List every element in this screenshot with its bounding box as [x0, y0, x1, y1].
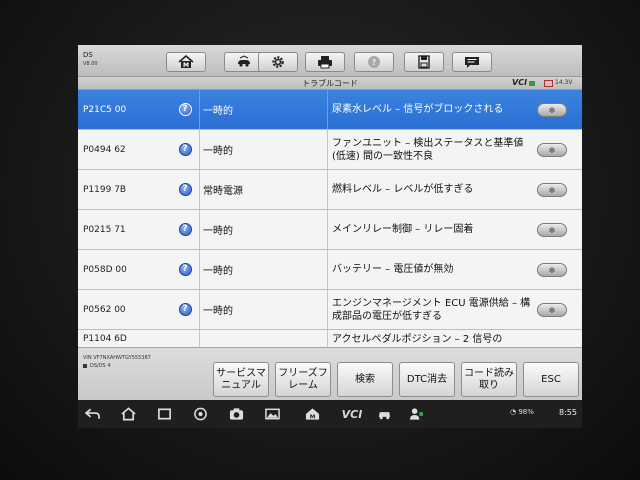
vci-label: VCI — [512, 78, 528, 87]
search-button[interactable]: 検索 — [337, 362, 393, 397]
message-button[interactable] — [452, 52, 492, 72]
service-manual-button[interactable]: サービスマニュアル — [213, 362, 269, 397]
dtc-help-icon[interactable]: ? — [178, 143, 192, 156]
dtc-status — [203, 330, 323, 347]
dtc-list: P21C5 00 ? 一時的 尿素水レベル – 信号がブロックされる ✻ P04… — [78, 90, 582, 347]
vci-icon[interactable]: VCI — [340, 406, 364, 422]
chat-icon — [465, 57, 479, 68]
freeze-frame-toggle[interactable]: ✻ — [537, 303, 567, 317]
clock: 8:55 — [559, 408, 577, 417]
dtc-row[interactable]: P21C5 00 ? 一時的 尿素水レベル – 信号がブロックされる ✻ — [78, 90, 582, 130]
dtc-row[interactable]: P058D 00 ? 一時的 バッテリー – 電圧値が無効 ✻ — [78, 250, 582, 290]
dtc-description: 尿素水レベル – 信号がブロックされる — [332, 104, 504, 115]
dtc-code: P1104 6D — [83, 334, 127, 344]
settings-button[interactable] — [258, 52, 298, 72]
dtc-description: 燃料レベル – レベルが低すぎる — [332, 184, 474, 195]
battery-percent: 98% — [518, 408, 534, 416]
dtc-description: アクセルペダルポジション – 2 信号の — [332, 334, 503, 345]
maxisys-home-icon[interactable]: M — [304, 406, 320, 422]
vehicle-swap-icon — [238, 55, 250, 67]
dtc-status: 常時電源 — [203, 186, 243, 197]
dtc-row[interactable]: P0215 71 ? 一時的 メインリレー制御 – リレー固着 ✻ — [78, 210, 582, 250]
print-button[interactable] — [305, 52, 345, 72]
freeze-frame-toggle[interactable]: ✻ — [537, 263, 567, 277]
dtc-help-icon[interactable]: ? — [178, 183, 192, 196]
dtc-row[interactable]: P0562 00 ? 一時的 エンジンマネージメント ECU 電源供給 – 構成… — [78, 290, 582, 330]
dtc-status: 一時的 — [203, 226, 233, 237]
recent-apps-icon[interactable] — [156, 406, 172, 422]
freeze-frame-button[interactable]: フリーズフレーム — [275, 362, 331, 397]
save-button[interactable] — [404, 52, 444, 72]
dtc-row[interactable]: P1199 7B ? 常時電源 燃料レベル – レベルが低すぎる ✻ — [78, 170, 582, 210]
svg-text:M: M — [183, 62, 189, 69]
chrome-icon[interactable] — [192, 406, 208, 422]
gallery-icon[interactable] — [264, 406, 280, 422]
dtc-status: 一時的 — [203, 106, 233, 117]
tablet-screen: DS V8.00 M ? トラブルコード VCI 14.3V P21C5 00 … — [78, 45, 582, 428]
remote-support-icon[interactable] — [408, 406, 424, 422]
freeze-frame-toggle[interactable]: ✻ — [537, 103, 567, 117]
battery-icon — [544, 80, 553, 87]
status-bar: ◔ 98% — [510, 408, 534, 416]
car-icon[interactable] — [376, 406, 392, 422]
help-button[interactable]: ? — [354, 52, 394, 72]
app-version: V8.00 — [83, 61, 98, 67]
dtc-help-icon[interactable]: ? — [178, 263, 192, 276]
dtc-code: P21C5 00 — [83, 104, 127, 115]
freeze-frame-toggle[interactable]: ✻ — [537, 183, 567, 197]
vin-text: VIN VF7NXAHWTGY555387 — [83, 355, 151, 361]
dtc-code: P0494 62 — [83, 144, 126, 155]
snowflake-icon: ✻ — [548, 105, 556, 115]
dtc-status: 一時的 — [203, 306, 233, 317]
dtc-row[interactable]: P1104 6D アクセルペダルポジション – 2 信号の — [78, 330, 582, 347]
esc-button[interactable]: ESC — [523, 362, 579, 397]
vci-status-indicator — [529, 81, 535, 86]
dtc-description: エンジンマネージメント ECU 電源供給 – 構成部品の電圧が低すぎる — [332, 297, 531, 322]
save-icon — [418, 55, 430, 69]
voltage-readout: 14.3V — [555, 79, 573, 86]
wifi-icon: ◔ — [510, 408, 517, 416]
footer-bar: VIN VF7NXAHWTGY555387 DS/DS 4 サービスマニュアル … — [78, 347, 582, 400]
snowflake-icon: ✻ — [548, 265, 556, 275]
dtc-code: P0562 00 — [83, 304, 126, 315]
dtc-code: P1199 7B — [83, 184, 127, 195]
dtc-status: 一時的 — [203, 146, 233, 157]
home-button[interactable]: M — [166, 52, 206, 72]
snowflake-icon: ✻ — [548, 145, 556, 155]
snowflake-icon: ✻ — [548, 185, 556, 195]
dtc-code: P058D 00 — [83, 264, 127, 275]
dtc-status: 一時的 — [203, 266, 233, 277]
dtc-row[interactable]: P0494 62 ? 一時的 ファンユニット – 検出ステータスと基準値 (低速… — [78, 130, 582, 170]
home-m-icon: M — [178, 55, 194, 69]
freeze-frame-toggle[interactable]: ✻ — [537, 223, 567, 237]
dtc-description: メインリレー制御 – リレー固着 — [332, 224, 474, 235]
android-nav-bar: M VCI ◔ 98% 8:55 — [78, 400, 582, 428]
snowflake-icon: ✻ — [548, 305, 556, 315]
top-toolbar: DS V8.00 M ? — [78, 45, 582, 77]
read-code-button[interactable]: コード読み取り — [461, 362, 517, 397]
dtc-code: P0215 71 — [83, 224, 126, 235]
question-icon: ? — [368, 56, 380, 68]
back-icon[interactable] — [84, 406, 100, 422]
printer-icon — [318, 56, 332, 69]
app-title: DS — [83, 51, 93, 59]
camera-icon[interactable] — [228, 406, 244, 422]
page-title: トラブルコード — [302, 79, 358, 88]
svg-text:?: ? — [372, 58, 377, 67]
home-icon[interactable] — [120, 406, 136, 422]
sub-header: トラブルコード VCI 14.3V — [78, 77, 582, 90]
dtc-help-icon[interactable]: ? — [178, 103, 192, 116]
vehicle-model-text: DS/DS 4 — [90, 363, 111, 369]
dtc-help-icon[interactable]: ? — [178, 223, 192, 236]
snowflake-icon: ✻ — [548, 225, 556, 235]
freeze-frame-toggle[interactable]: ✻ — [537, 143, 567, 157]
dtc-description: バッテリー – 電圧値が無効 — [332, 264, 454, 275]
clear-dtc-button[interactable]: DTC消去 — [399, 362, 455, 397]
gear-icon — [272, 56, 284, 68]
dtc-description: ファンユニット – 検出ステータスと基準値 (低速) 間の一致性不良 — [332, 137, 524, 162]
svg-text:M: M — [309, 415, 315, 421]
dtc-help-icon[interactable]: ? — [178, 303, 192, 316]
vehicle-icon — [83, 364, 87, 368]
